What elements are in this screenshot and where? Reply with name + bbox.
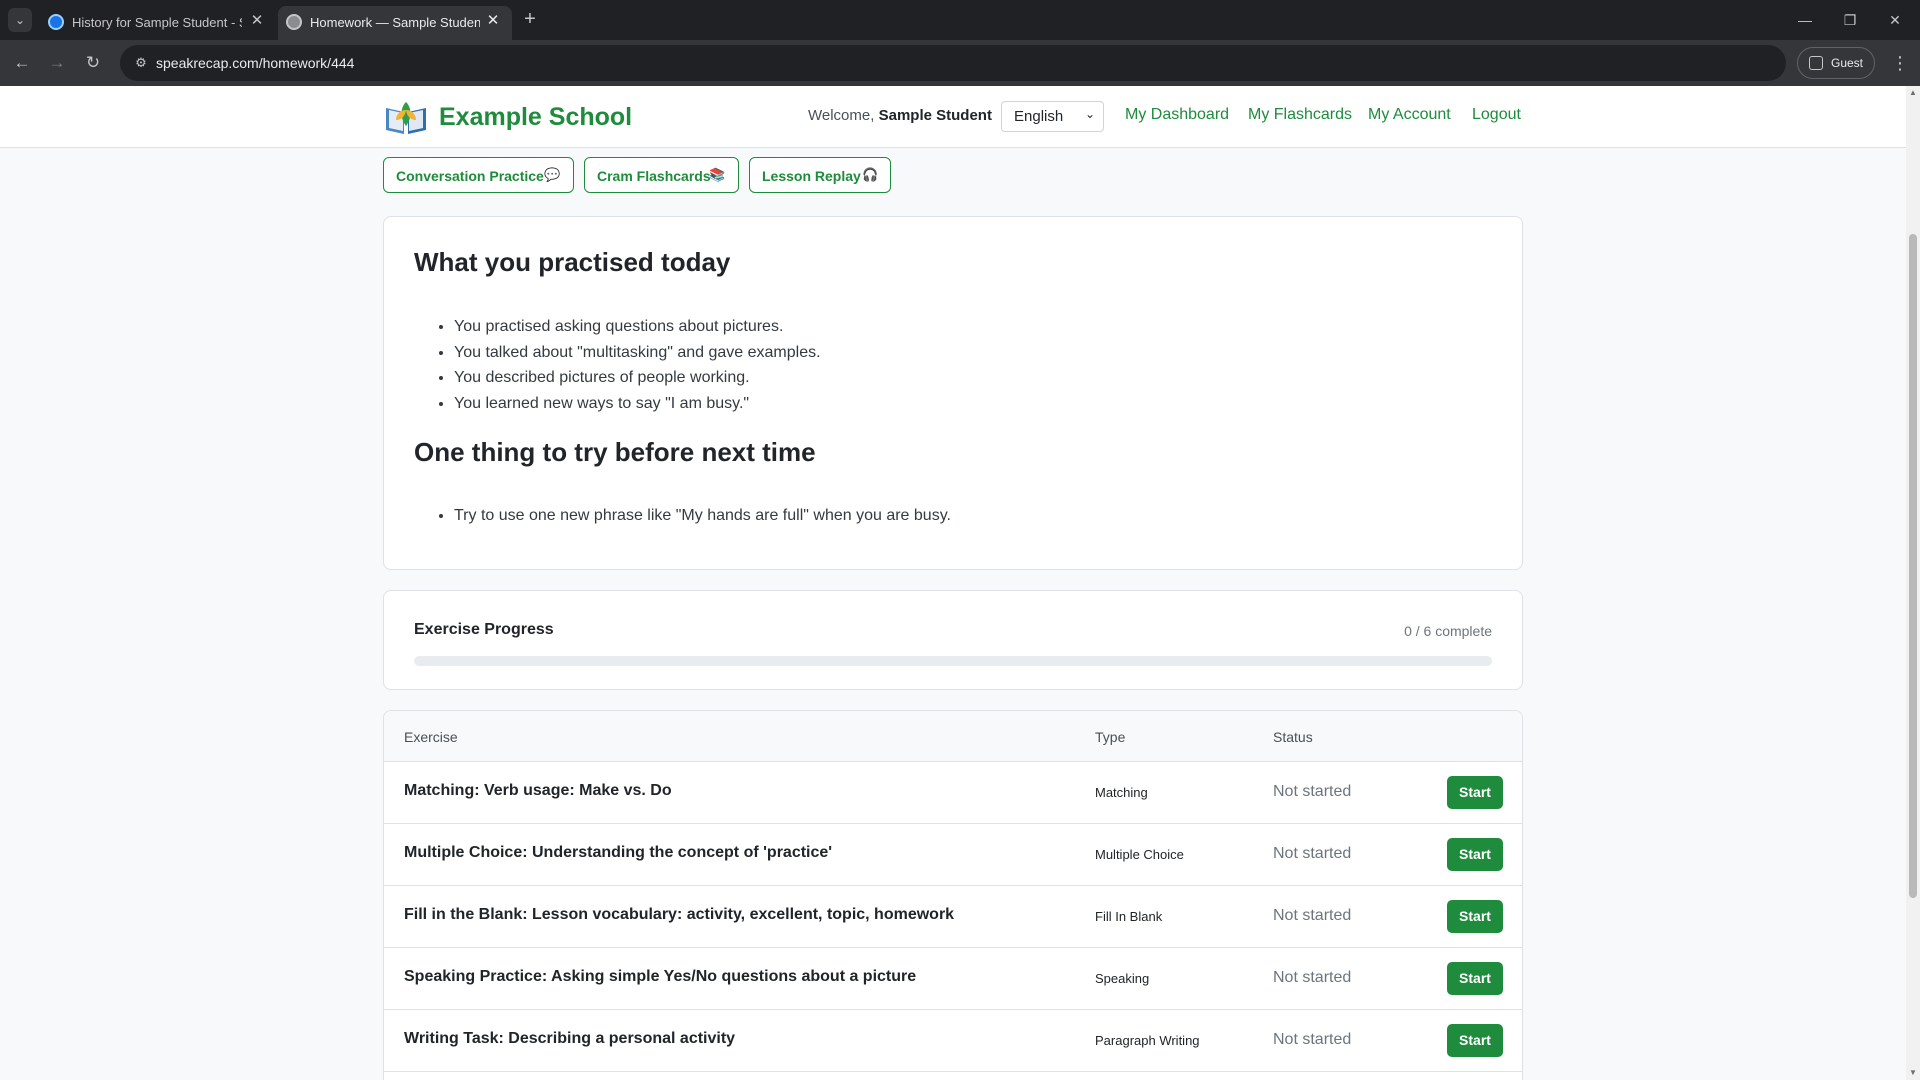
start-button[interactable]: Start: [1447, 962, 1503, 995]
start-button[interactable]: Start: [1447, 776, 1503, 809]
page-scrollbar[interactable]: ▲ ▼: [1906, 86, 1920, 1080]
table-header: Exercise Type Status: [384, 711, 1522, 762]
cram-flashcards-button[interactable]: Cram Flashcards 📚: [584, 157, 739, 193]
profile-label: Guest: [1831, 56, 1864, 70]
headphones-icon: 🎧: [862, 167, 879, 182]
table-row: Fill in the Blank: Lesson vocabulary: ac…: [384, 886, 1522, 948]
site-navbar: Example School Welcome, Sample Student E…: [0, 86, 1906, 148]
speech-bubble-icon: 💬: [544, 167, 561, 182]
language-select[interactable]: English ⌄: [1001, 101, 1104, 132]
next-time-list: Try to use one new phrase like "My hands…: [454, 503, 951, 529]
progress-title: Exercise Progress: [414, 621, 554, 638]
button-label: Lesson Replay: [762, 168, 861, 184]
browser-tab-history[interactable]: History for Sample Student - Sp ✕: [40, 6, 276, 40]
exercise-type: Fill In Blank: [1095, 909, 1163, 924]
exercise-title: Matching: Verb usage: Make vs. Do: [404, 782, 672, 799]
books-icon: 📚: [709, 167, 726, 182]
table-row: Writing Task: Describing a personal acti…: [384, 1010, 1522, 1072]
exercise-title: Fill in the Blank: Lesson vocabulary: ac…: [404, 906, 955, 923]
nav-link-account[interactable]: My Account: [1368, 106, 1451, 124]
column-header-status: Status: [1273, 729, 1313, 745]
nav-link-flashcards[interactable]: My Flashcards: [1248, 106, 1352, 124]
list-item: You described pictures of people working…: [454, 365, 821, 391]
button-label: Cram Flashcards: [597, 168, 711, 184]
profile-person-icon: [1809, 56, 1823, 70]
browser-tab-strip: ⌄ History for Sample Student - Sp ✕ Home…: [0, 0, 1920, 40]
list-item: You practised asking questions about pic…: [454, 314, 821, 340]
browser-menu-kebab-icon[interactable]: ⋮: [1888, 51, 1912, 75]
address-bar[interactable]: ⚙ speakrecap.com/homework/444: [120, 45, 1786, 81]
exercise-type: Multiple Choice: [1095, 847, 1184, 862]
button-label: Conversation Practice: [396, 168, 544, 184]
tab-title: Homework — Sample Student: [310, 15, 480, 30]
summary-list: You practised asking questions about pic…: [454, 314, 821, 416]
close-tab-icon[interactable]: ✕: [248, 12, 266, 30]
summary-heading: What you practised today: [414, 247, 731, 277]
site-settings-icon[interactable]: ⚙: [132, 54, 150, 72]
table-row: Speaking Practice: Asking simple Yes/No …: [384, 948, 1522, 1010]
progress-bar: [414, 656, 1492, 666]
list-item: You learned new ways to say "I am busy.": [454, 391, 821, 417]
back-arrow-icon[interactable]: ←: [10, 51, 34, 75]
scrollbar-thumb[interactable]: [1909, 234, 1917, 898]
welcome-text: Welcome, Sample Student: [808, 107, 992, 124]
next-time-heading: One thing to try before next time: [414, 437, 816, 467]
nav-link-dashboard[interactable]: My Dashboard: [1125, 106, 1229, 124]
list-item: You talked about "multitasking" and gave…: [454, 340, 821, 366]
start-button[interactable]: Start: [1447, 900, 1503, 933]
conversation-practice-button[interactable]: Conversation Practice 💬: [383, 157, 574, 193]
browser-tab-homework[interactable]: Homework — Sample Student ✕: [278, 6, 512, 40]
column-header-type: Type: [1095, 729, 1126, 745]
tab-search-chevron-icon[interactable]: ⌄: [8, 8, 32, 32]
exercise-title: Writing Task: Describing a personal acti…: [404, 1030, 736, 1047]
exercise-status: Not started: [1273, 845, 1352, 862]
table-row: Multiple Choice: Understanding the conce…: [384, 824, 1522, 886]
table-row: Matching: Verb usage: Make vs. Do Matchi…: [384, 762, 1522, 824]
list-item: Try to use one new phrase like "My hands…: [454, 503, 951, 529]
lesson-replay-button[interactable]: Lesson Replay 🎧: [749, 157, 891, 193]
exercise-title: Multiple Choice: Understanding the conce…: [404, 844, 833, 861]
start-button[interactable]: Start: [1447, 1024, 1503, 1057]
column-header-exercise: Exercise: [404, 729, 458, 745]
exercise-status: Not started: [1273, 783, 1352, 800]
exercise-title: Speaking Practice: Asking simple Yes/No …: [404, 968, 917, 985]
reload-icon[interactable]: ↻: [81, 51, 105, 75]
lesson-summary-card: What you practised today You practised a…: [383, 216, 1523, 570]
new-tab-plus-icon[interactable]: +: [518, 8, 542, 32]
language-select-value: English: [1014, 108, 1064, 125]
progress-count: 0 / 6 complete: [1404, 623, 1492, 639]
forward-arrow-icon[interactable]: →: [45, 51, 69, 75]
page-viewport: Example School Welcome, Sample Student E…: [0, 86, 1906, 1080]
exercise-progress-card: Exercise Progress 0 / 6 complete: [383, 590, 1523, 690]
restore-window-icon[interactable]: ❐: [1838, 8, 1862, 32]
nav-link-logout[interactable]: Logout: [1472, 106, 1521, 124]
exercise-status: Not started: [1273, 969, 1352, 986]
book-logo-icon[interactable]: [384, 98, 428, 136]
site-favicon-icon: [48, 14, 64, 30]
exercise-type: Matching: [1095, 785, 1148, 800]
exercise-type: Speaking: [1095, 971, 1150, 986]
address-bar-url[interactable]: speakrecap.com/homework/444: [156, 55, 354, 71]
close-window-icon[interactable]: ✕: [1883, 8, 1907, 32]
profile-button[interactable]: Guest: [1797, 47, 1875, 79]
welcome-prefix: Welcome,: [808, 107, 875, 124]
browser-toolbar: ← → ↻ ⚙ speakrecap.com/homework/444 Gues…: [0, 40, 1920, 86]
user-name: Sample Student: [878, 107, 992, 124]
scroll-down-arrow-icon[interactable]: ▼: [1909, 1068, 1917, 1078]
chevron-down-icon: ⌄: [1084, 107, 1095, 121]
minimize-window-icon[interactable]: —: [1793, 8, 1817, 32]
globe-icon: [286, 14, 302, 30]
exercise-table: Exercise Type Status Matching: Verb usag…: [383, 710, 1523, 1080]
tab-title: History for Sample Student - Sp: [72, 15, 242, 30]
exercise-type: Paragraph Writing: [1095, 1033, 1200, 1048]
start-button[interactable]: Start: [1447, 838, 1503, 871]
exercise-status: Not started: [1273, 1031, 1352, 1048]
exercise-status: Not started: [1273, 907, 1352, 924]
scroll-up-arrow-icon[interactable]: ▲: [1909, 88, 1917, 98]
brand-name[interactable]: Example School: [439, 103, 632, 132]
close-tab-icon[interactable]: ✕: [484, 12, 502, 30]
